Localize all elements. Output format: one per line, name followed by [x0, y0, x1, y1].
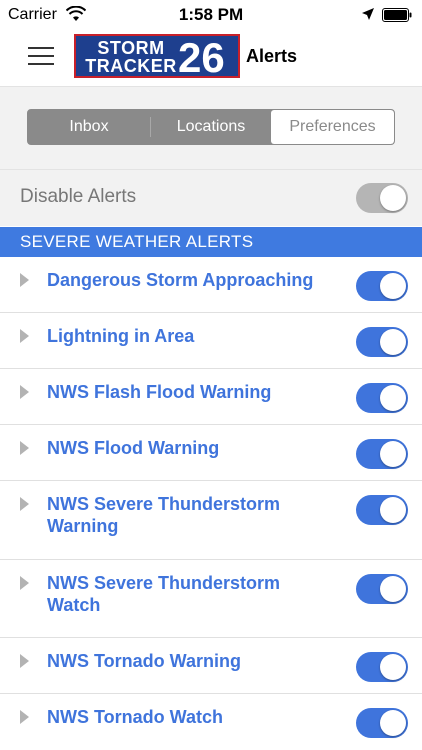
alert-label: NWS Severe Thunderstorm Watch: [47, 573, 281, 615]
expand-arrow-icon[interactable]: [20, 441, 29, 455]
alert-toggle[interactable]: [356, 383, 408, 413]
segmented-control: Inbox Locations Preferences: [27, 109, 395, 145]
alert-toggle[interactable]: [356, 708, 408, 738]
alert-toggle[interactable]: [356, 495, 408, 525]
alert-toggle[interactable]: [356, 652, 408, 682]
alert-label: NWS Tornado Watch: [47, 707, 223, 727]
logo-number: 26: [178, 34, 225, 81]
alert-label: NWS Flood Warning: [47, 438, 220, 458]
alert-row-flash-flood-warning[interactable]: NWS Flash Flood Warning: [0, 369, 422, 425]
nav-bar: STORM TRACKER 26 Alerts: [0, 30, 422, 86]
alert-toggle[interactable]: [356, 327, 408, 357]
alert-row-lightning[interactable]: Lightning in Area: [0, 313, 422, 369]
disable-alerts-label: Disable Alerts: [20, 186, 137, 207]
tab-inbox[interactable]: Inbox: [28, 110, 150, 144]
alert-row-tornado-warning[interactable]: NWS Tornado Warning: [0, 638, 422, 694]
logo-line2: TRACKER: [85, 56, 177, 76]
alert-label: NWS Flash Flood Warning: [47, 382, 272, 402]
alert-label: NWS Tornado Warning: [47, 651, 241, 671]
alert-label: Dangerous Storm Approaching: [47, 270, 314, 290]
toggle-knob: [380, 385, 406, 411]
location-arrow-icon: [362, 8, 374, 20]
expand-arrow-icon[interactable]: [20, 576, 29, 590]
toggle-knob: [380, 654, 406, 680]
alert-toggle[interactable]: [356, 439, 408, 469]
expand-arrow-icon[interactable]: [20, 385, 29, 399]
tab-bar-container: Inbox Locations Preferences: [0, 86, 422, 170]
alert-label: Lightning in Area: [47, 326, 195, 346]
disable-alerts-row: Disable Alerts: [0, 170, 422, 226]
section-header: SEVERE WEATHER ALERTS: [0, 227, 422, 257]
page-title: Alerts: [246, 46, 298, 66]
disable-alerts-toggle[interactable]: [356, 183, 408, 213]
battery-icon: [382, 8, 412, 22]
expand-arrow-icon[interactable]: [20, 329, 29, 343]
alert-row-dangerous-storm[interactable]: Dangerous Storm Approaching: [0, 257, 422, 313]
storm-tracker-logo: STORM TRACKER 26: [74, 34, 240, 81]
toggle-knob: [380, 576, 406, 602]
tab-preferences[interactable]: Preferences: [271, 110, 394, 144]
alert-toggle[interactable]: [356, 271, 408, 301]
toggle-knob: [380, 710, 406, 736]
expand-arrow-icon[interactable]: [20, 654, 29, 668]
toggle-knob: [380, 273, 406, 299]
toggle-knob: [380, 441, 406, 467]
expand-arrow-icon[interactable]: [20, 710, 29, 724]
toggle-knob: [380, 497, 406, 523]
tab-locations[interactable]: Locations: [151, 110, 271, 144]
alert-toggle[interactable]: [356, 574, 408, 604]
expand-arrow-icon[interactable]: [20, 497, 29, 511]
toggle-knob: [380, 185, 406, 211]
expand-arrow-icon[interactable]: [20, 273, 29, 287]
alert-row-severe-thunderstorm-warning[interactable]: NWS Severe Thunderstorm Warning: [0, 481, 422, 560]
hamburger-icon[interactable]: [28, 44, 56, 68]
alert-label: NWS Severe Thunderstorm Warning: [47, 494, 281, 536]
toggle-knob: [380, 329, 406, 355]
status-time: 1:58 PM: [178, 5, 244, 24]
alert-row-severe-thunderstorm-watch[interactable]: NWS Severe Thunderstorm Watch: [0, 560, 422, 638]
alert-row-flood-warning[interactable]: NWS Flood Warning: [0, 425, 422, 481]
alert-row-tornado-watch[interactable]: NWS Tornado Watch: [0, 694, 422, 750]
status-bar: Carrier 1:58 PM: [0, 0, 422, 30]
